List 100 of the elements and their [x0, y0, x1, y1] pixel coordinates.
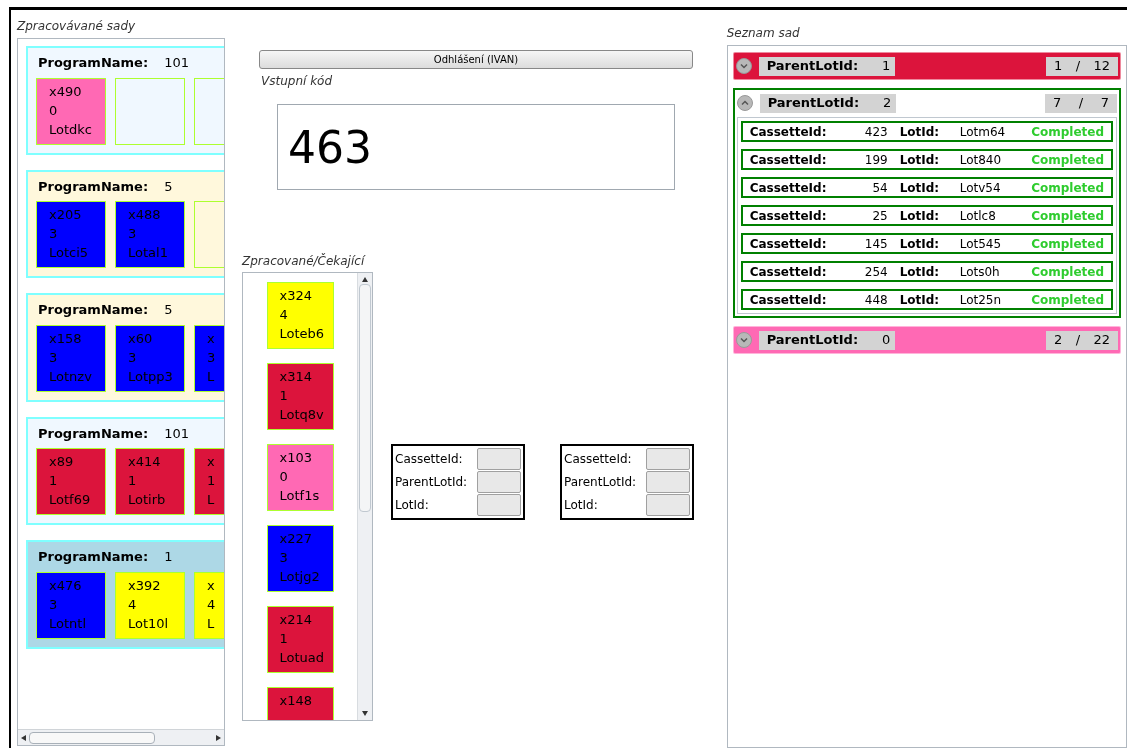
- cassette-label: CassetteId:: [749, 263, 828, 281]
- lot-value: Lot25n: [959, 291, 1003, 309]
- horizontal-scrollbar[interactable]: [18, 729, 224, 745]
- parent-lot-label: ParentLotId:: [766, 57, 859, 76]
- cassette-row[interactable]: CassetteId: 145 LotId: Lot545 Completed: [740, 233, 1113, 254]
- tile-text: Lotf1s: [279, 487, 321, 504]
- tile-text: x148: [279, 692, 313, 709]
- field-label: ParentLotId:: [395, 474, 468, 491]
- vertical-scrollbar[interactable]: [357, 273, 372, 720]
- field-input[interactable]: [646, 448, 690, 470]
- tile-text: 1: [279, 630, 289, 647]
- tile-text: Lotirb: [128, 491, 167, 508]
- tile-text: 3: [49, 225, 59, 242]
- tile-text: x324: [279, 287, 313, 304]
- parent-lot-label: ParentLotId:: [766, 331, 859, 350]
- scroll-right-icon[interactable]: [216, 734, 221, 741]
- progress-count: 1 / 12: [1046, 56, 1118, 76]
- tile-text: x60: [128, 329, 154, 347]
- cassette-row[interactable]: CassetteId: 199 LotId: Lot840 Completed: [740, 149, 1113, 170]
- code-input[interactable]: 463: [277, 104, 675, 190]
- tile-text: Lotpp3: [128, 367, 174, 385]
- status-text: Completed: [1031, 235, 1104, 253]
- tile-text: L: [207, 367, 216, 385]
- cassette-label: CassetteId:: [749, 179, 828, 197]
- lot-value: Lotv54: [959, 179, 1002, 197]
- lot-label: LotId:: [899, 263, 941, 281]
- lot-value: Lots0h: [959, 263, 1001, 281]
- tile-text: 3: [128, 348, 138, 366]
- tile-text: Lotjg2: [279, 568, 321, 585]
- field-input[interactable]: [646, 494, 690, 516]
- cassette-value: 448: [863, 291, 888, 309]
- field-label: CassetteId:: [395, 451, 463, 468]
- status-text: Completed: [1031, 123, 1104, 141]
- cassette-label: CassetteId:: [749, 123, 828, 141]
- tile-text: Lotq8v: [279, 406, 325, 423]
- tile-text: L: [207, 491, 216, 508]
- scroll-left-icon[interactable]: [21, 734, 26, 741]
- cassette-value: 145: [863, 235, 888, 253]
- program-value: 1: [164, 548, 173, 566]
- parent-lot-label: ParentLotId:: [767, 94, 860, 113]
- cassette-value: 25: [871, 207, 888, 225]
- tile-text: x: [207, 329, 216, 347]
- tile-text: x103: [279, 449, 313, 466]
- lot-label: LotId:: [899, 207, 941, 225]
- expand-icon[interactable]: [735, 332, 752, 348]
- collapse-icon[interactable]: [736, 95, 753, 111]
- scroll-up-icon[interactable]: [362, 277, 368, 282]
- program-label: ProgramName:: [38, 301, 149, 319]
- cassette-label: CassetteId:: [749, 235, 828, 253]
- tile-text: L: [207, 614, 216, 632]
- lot-label: LotId:: [899, 291, 941, 309]
- cassette-row[interactable]: CassetteId: 25 LotId: Lotlc8 Completed: [740, 205, 1113, 226]
- program-label: ProgramName:: [38, 548, 149, 566]
- tile-text: Loteb6: [279, 325, 326, 342]
- tile-text: x: [207, 576, 216, 594]
- tile-text: x476: [49, 576, 83, 594]
- tile-text: x214: [279, 611, 313, 628]
- progress-count: 2 / 22: [1046, 330, 1118, 350]
- tile-text: 1: [279, 387, 289, 404]
- status-text: Completed: [1031, 207, 1104, 225]
- lot-label: LotId:: [899, 151, 941, 169]
- lot-value: Lot545: [959, 235, 1003, 253]
- panel-title: Zpracovávané sady: [17, 18, 137, 35]
- logout-button[interactable]: Odhlášení (IVAN): [259, 50, 693, 69]
- lot-value: Lot840: [959, 151, 1003, 169]
- cassette-label: CassetteId:: [749, 207, 828, 225]
- program-value: 5: [164, 177, 173, 196]
- tile-text: 3: [49, 348, 59, 366]
- cassette-row[interactable]: CassetteId: 54 LotId: Lotv54 Completed: [740, 177, 1113, 198]
- tile-text: x89: [49, 453, 75, 470]
- tile-text: 4: [128, 595, 138, 613]
- progress-count: 7 / 7: [1045, 93, 1117, 113]
- field-label: ParentLotId:: [564, 474, 637, 491]
- scroll-down-icon[interactable]: [362, 711, 368, 716]
- cassette-value: 423: [863, 123, 888, 141]
- cassette-row[interactable]: CassetteId: 448 LotId: Lot25n Completed: [740, 289, 1113, 310]
- field-input[interactable]: [477, 471, 521, 493]
- tile-text: 3: [207, 348, 217, 366]
- field-input[interactable]: [646, 471, 690, 493]
- tile-text: 3: [49, 595, 59, 613]
- field-label: CassetteId:: [564, 451, 632, 468]
- tile-text: x392: [128, 576, 162, 594]
- parent-lot-value: 0: [882, 331, 891, 350]
- cassette-row[interactable]: CassetteId: 254 LotId: Lots0h Completed: [740, 261, 1113, 282]
- lot-value: Lotlc8: [959, 207, 997, 225]
- cassette-row[interactable]: CassetteId: 423 LotId: Lotm64 Completed: [740, 121, 1113, 142]
- tile-text: Lotal1: [128, 244, 169, 261]
- field-label: LotId:: [395, 497, 429, 514]
- empty-slot: [115, 77, 185, 145]
- program-value: 5: [164, 301, 173, 319]
- field-input[interactable]: [477, 448, 521, 470]
- cassette-value: 254: [863, 263, 888, 281]
- status-text: Completed: [1031, 291, 1104, 309]
- status-text: Completed: [1031, 263, 1104, 281]
- program-value: 101: [164, 54, 189, 72]
- parent-lot-value: 2: [883, 94, 892, 113]
- tile-text: Lotnzv: [49, 367, 93, 385]
- field-input[interactable]: [477, 494, 521, 516]
- tile-text: 0: [279, 468, 289, 485]
- expand-icon[interactable]: [735, 58, 752, 74]
